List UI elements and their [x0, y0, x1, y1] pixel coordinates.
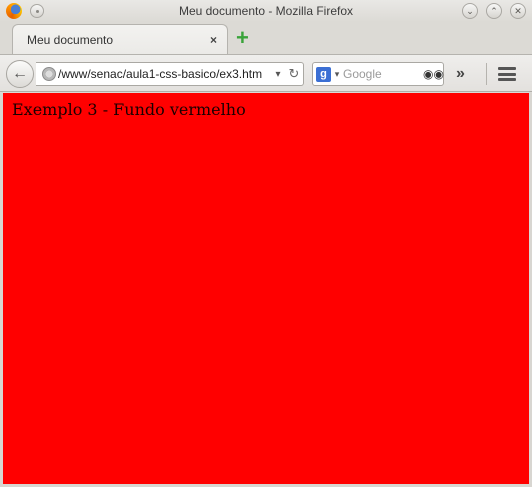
window-title: Meu documento - Mozilla Firefox	[178, 4, 354, 18]
reload-icon[interactable]: ↻	[285, 66, 303, 82]
new-tab-icon[interactable]: +	[236, 27, 254, 49]
google-icon[interactable]: g	[316, 66, 331, 82]
url-dropdown-icon[interactable]: ▾	[271, 69, 285, 80]
tab-meu-documento[interactable]: Meu documento ×	[12, 24, 228, 54]
binoculars-icon[interactable]: ◉◉	[423, 67, 444, 81]
minimize-icon[interactable]: ⌄	[462, 3, 478, 19]
close-window-icon[interactable]: ✕	[510, 3, 526, 19]
globe-icon	[42, 67, 56, 81]
tab-close-icon[interactable]: ×	[210, 33, 217, 47]
navigation-toolbar: ← /www/senac/aula1-css-basico/ex3.htm ▾ …	[0, 54, 532, 92]
hamburger-menu-icon[interactable]	[498, 67, 516, 81]
search-input[interactable]	[343, 67, 423, 81]
engine-dropdown-icon[interactable]: ▾	[331, 69, 343, 80]
back-button[interactable]: ←	[6, 60, 34, 88]
window-controls-left	[6, 3, 44, 19]
toolbar-separator	[486, 63, 487, 85]
search-bar[interactable]: g ▾ ◉◉	[312, 62, 444, 86]
page-content: Exemplo 3 - Fundo vermelho	[3, 93, 529, 484]
title-bar: Meu documento - Mozilla Firefox ⌄ ⌃ ✕	[0, 0, 532, 22]
maximize-icon[interactable]: ⌃	[486, 3, 502, 19]
window-menu-button[interactable]	[30, 4, 44, 18]
overflow-chevron-icon[interactable]: »	[456, 65, 465, 83]
page-heading-text: Exemplo 3 - Fundo vermelho	[12, 100, 246, 119]
url-text[interactable]: /www/senac/aula1-css-basico/ex3.htm	[58, 67, 271, 81]
firefox-logo-icon	[6, 3, 22, 19]
window-controls-right: ⌄ ⌃ ✕	[462, 3, 526, 19]
tab-strip: Meu documento × +	[0, 22, 532, 54]
tab-label: Meu documento	[27, 32, 114, 47]
url-bar[interactable]: /www/senac/aula1-css-basico/ex3.htm ▾ ↻	[36, 62, 304, 86]
